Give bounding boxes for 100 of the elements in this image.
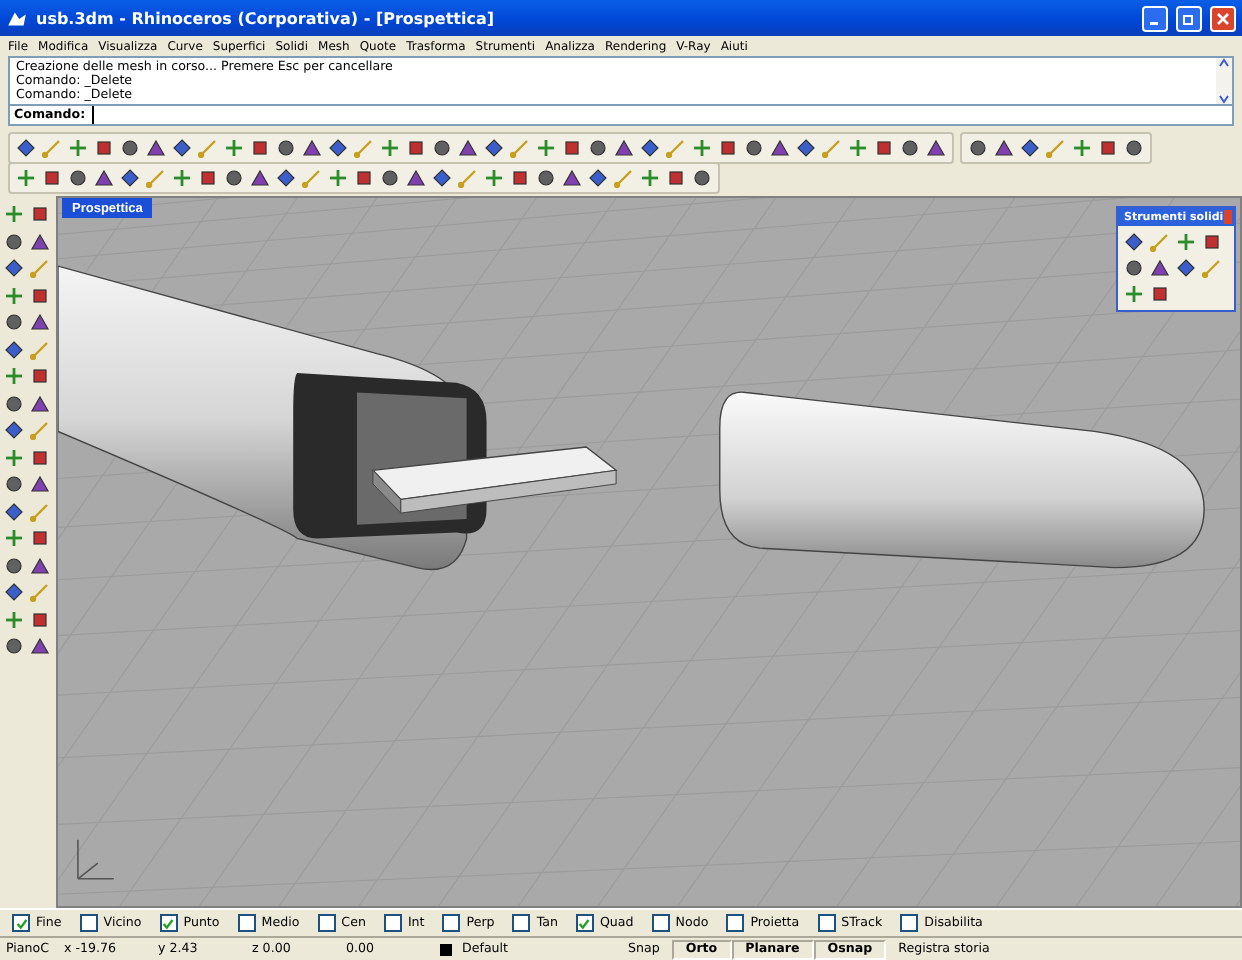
circle-icon xyxy=(432,137,452,157)
toolbar-button[interactable] xyxy=(508,165,532,189)
toolbar-button[interactable] xyxy=(28,202,52,226)
toolbar-button[interactable] xyxy=(92,165,116,189)
toolbar-button[interactable] xyxy=(222,165,246,189)
toolbar-button[interactable] xyxy=(28,634,52,658)
toolbar-button[interactable] xyxy=(2,418,26,442)
triangle-icon xyxy=(994,137,1014,157)
square-icon xyxy=(718,137,738,157)
toolbar-button[interactable] xyxy=(28,553,52,577)
close-button[interactable] xyxy=(1210,5,1236,31)
toolbar-button[interactable] xyxy=(326,135,350,159)
toolbar-button[interactable] xyxy=(2,553,26,577)
toolbar-button[interactable] xyxy=(144,135,168,159)
square-icon xyxy=(354,167,374,187)
toolbar-button[interactable] xyxy=(612,135,636,159)
square-icon xyxy=(30,528,50,548)
toolbar-button[interactable] xyxy=(28,364,52,388)
toolbar-button[interactable] xyxy=(742,135,766,159)
toolbar-button[interactable] xyxy=(378,165,402,189)
toolbar-button[interactable] xyxy=(898,135,922,159)
toolbar-button[interactable] xyxy=(456,135,480,159)
minimize-button[interactable] xyxy=(1142,5,1168,31)
command-input[interactable] xyxy=(91,106,1234,126)
toolbar-button[interactable] xyxy=(716,135,740,159)
toolbar-button[interactable] xyxy=(248,135,272,159)
restore-icon xyxy=(1182,11,1196,25)
toolbar-button[interactable] xyxy=(66,165,90,189)
restore-button[interactable] xyxy=(1176,5,1202,31)
plus-icon xyxy=(224,137,244,157)
plus-icon xyxy=(4,447,24,467)
toolbar-button[interactable] xyxy=(872,135,896,159)
toolbar-button[interactable] xyxy=(2,580,26,604)
checkmark-icon xyxy=(162,917,175,929)
toolbar-button[interactable] xyxy=(404,165,428,189)
toolbar-button[interactable] xyxy=(14,135,38,159)
toolbar-button[interactable] xyxy=(1096,135,1120,159)
toolbar-button[interactable] xyxy=(28,445,52,469)
toolbar-button[interactable] xyxy=(1148,256,1172,280)
toolbar-button[interactable] xyxy=(2,310,26,334)
plus-icon xyxy=(68,137,88,157)
toolbar-button[interactable] xyxy=(1174,256,1198,280)
toolbar-button[interactable] xyxy=(966,135,990,159)
toolbar-button[interactable] xyxy=(28,391,52,415)
line-icon xyxy=(30,420,50,440)
toolbar-button[interactable] xyxy=(560,165,584,189)
plus-icon xyxy=(16,167,36,187)
toolbar-button[interactable] xyxy=(28,283,52,307)
toolbar-button[interactable] xyxy=(430,135,454,159)
toolbar-button[interactable] xyxy=(404,135,428,159)
toolbar-button[interactable] xyxy=(92,135,116,159)
toolbar-button[interactable] xyxy=(2,634,26,658)
toolbar-button[interactable] xyxy=(300,135,324,159)
diamond-icon xyxy=(588,167,608,187)
toolbar-button[interactable] xyxy=(40,165,64,189)
toolbar-button[interactable] xyxy=(664,165,688,189)
toolbar-button[interactable] xyxy=(2,499,26,523)
line-icon xyxy=(42,137,62,157)
toolbar-button[interactable] xyxy=(118,165,142,189)
toolbar-button[interactable] xyxy=(560,135,584,159)
line-icon xyxy=(1202,258,1222,278)
toolbar-button[interactable] xyxy=(1122,135,1146,159)
toolbar-button[interactable] xyxy=(924,135,948,159)
toolbar-button[interactable] xyxy=(638,135,662,159)
toolbar-button[interactable] xyxy=(794,135,818,159)
scrollbar[interactable] xyxy=(1216,58,1232,104)
square-icon xyxy=(1098,137,1118,157)
toolbar-button[interactable] xyxy=(2,391,26,415)
circle-icon xyxy=(4,474,24,494)
toolbar-button[interactable] xyxy=(1122,230,1146,254)
toolbar-button[interactable] xyxy=(28,526,52,550)
toolbar-button[interactable] xyxy=(586,135,610,159)
toolbar-button[interactable] xyxy=(534,165,558,189)
toolbar-button[interactable] xyxy=(196,165,220,189)
toolbar-button[interactable] xyxy=(2,256,26,280)
toolbar-button[interactable] xyxy=(690,165,714,189)
toolbar-button[interactable] xyxy=(28,310,52,334)
toolbar-button[interactable] xyxy=(430,165,454,189)
toolbar-button[interactable] xyxy=(170,135,194,159)
toolbar-button[interactable] xyxy=(352,165,376,189)
toolbar-button[interactable] xyxy=(1148,282,1172,306)
toolbar-button[interactable] xyxy=(482,135,506,159)
toolbar-button[interactable] xyxy=(28,229,52,253)
toolbar-button[interactable] xyxy=(1018,135,1042,159)
toolbar-button[interactable] xyxy=(1200,230,1224,254)
toolbar-button[interactable] xyxy=(2,337,26,361)
toolbar-button[interactable] xyxy=(768,135,792,159)
toolbar-button[interactable] xyxy=(1122,256,1146,280)
toolbar-button[interactable] xyxy=(118,135,142,159)
toolbar-button[interactable] xyxy=(274,135,298,159)
toolbar-button[interactable] xyxy=(274,165,298,189)
toolbar-button[interactable] xyxy=(586,165,610,189)
toolbar-button[interactable] xyxy=(992,135,1016,159)
line-icon xyxy=(30,501,50,521)
toolbar-button[interactable] xyxy=(2,472,26,496)
toolbar-button[interactable] xyxy=(248,165,272,189)
toolbar-button[interactable] xyxy=(28,607,52,631)
line-icon xyxy=(510,137,530,157)
toolbar-button[interactable] xyxy=(2,229,26,253)
toolbar-button[interactable] xyxy=(28,472,52,496)
